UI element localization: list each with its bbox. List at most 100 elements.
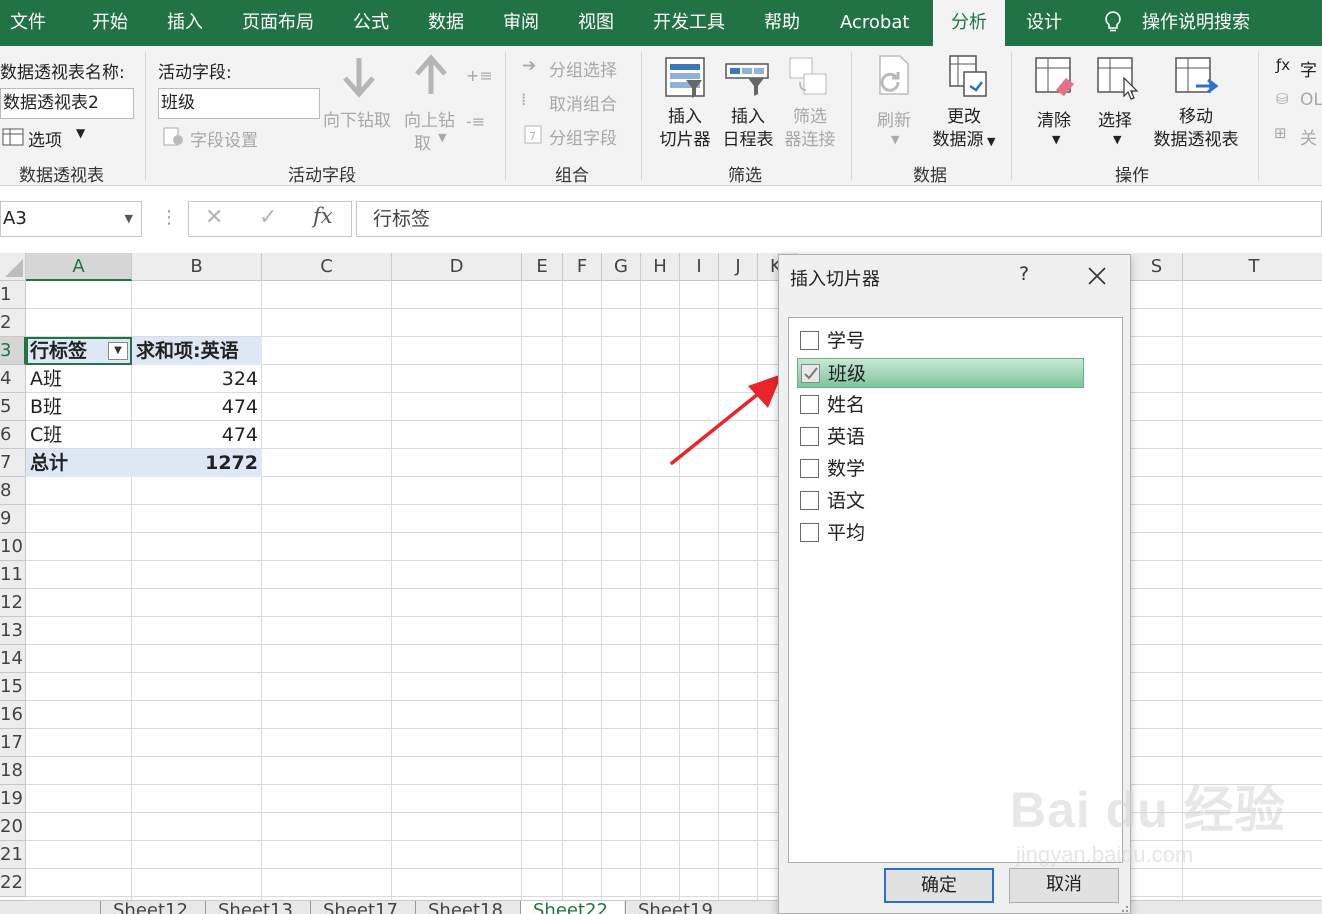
row-header-3[interactable]: 3: [0, 337, 26, 365]
row-header-5[interactable]: 5: [0, 393, 26, 421]
tab-page-layout[interactable]: 页面布局: [242, 0, 314, 46]
sheet-tab[interactable]: Sheet19: [625, 901, 713, 914]
row-header-12[interactable]: 12: [0, 589, 26, 617]
field-item-name[interactable]: 姓名: [797, 390, 1084, 420]
row-header-16[interactable]: 16: [0, 701, 26, 729]
ok-button[interactable]: 确定: [884, 868, 994, 903]
change-data-source-button[interactable]: 更改 数据源 ▼: [926, 106, 1002, 153]
tab-design[interactable]: 设计: [1026, 0, 1062, 46]
field-item-chinese[interactable]: 语文: [797, 486, 1084, 516]
tab-home[interactable]: 开始: [92, 0, 128, 46]
field-item-english[interactable]: 英语: [797, 422, 1084, 452]
row-header-1[interactable]: 1: [0, 281, 26, 309]
drill-down-button[interactable]: 向下钻取: [323, 106, 391, 131]
row-header-19[interactable]: 19: [0, 785, 26, 813]
pivot-name-input[interactable]: 数据透视表2: [0, 88, 134, 119]
column-header-b[interactable]: B: [132, 253, 262, 281]
field-item-student-id[interactable]: 学号: [797, 326, 1084, 356]
tab-view[interactable]: 视图: [578, 0, 614, 46]
select-button[interactable]: 选择: [1098, 106, 1132, 131]
collapse-field-icon[interactable]: -≡: [466, 112, 485, 131]
checkbox[interactable]: [800, 427, 819, 446]
row-header-2[interactable]: 2: [0, 309, 26, 337]
cancel-button[interactable]: 取消: [1009, 868, 1119, 903]
chevron-down-icon[interactable]: ▼: [125, 202, 133, 236]
row-header-7[interactable]: 7: [0, 449, 26, 477]
field-item-average[interactable]: 平均: [797, 518, 1084, 548]
fields-items-button[interactable]: 字: [1300, 56, 1317, 81]
column-header-d[interactable]: D: [392, 253, 522, 281]
group-selection-button[interactable]: 分组选择: [549, 56, 617, 81]
formula-input[interactable]: 行标签: [356, 201, 1322, 237]
sheet-tab[interactable]: Sheet12: [100, 901, 188, 914]
sheet-tab[interactable]: Sheet18: [415, 901, 503, 914]
tab-data[interactable]: 数据: [428, 0, 464, 46]
close-icon[interactable]: [1086, 265, 1108, 287]
tab-acrobat[interactable]: Acrobat: [840, 0, 909, 46]
field-item-class[interactable]: 班级: [797, 358, 1084, 388]
checkbox[interactable]: [800, 395, 819, 414]
row-header-14[interactable]: 14: [0, 645, 26, 673]
drill-up-button[interactable]: 向上钻: [404, 106, 455, 131]
expand-field-icon[interactable]: +≡: [466, 66, 493, 85]
row-header-22[interactable]: 22: [0, 869, 26, 897]
row-header-20[interactable]: 20: [0, 813, 26, 841]
field-item-math[interactable]: 数学: [797, 454, 1084, 484]
row-header-15[interactable]: 15: [0, 673, 26, 701]
enter-check-icon[interactable]: ✓: [259, 205, 277, 230]
name-box[interactable]: A3 ▼: [0, 201, 142, 237]
row-header-10[interactable]: 10: [0, 533, 26, 561]
column-header-g[interactable]: G: [602, 253, 641, 281]
column-header-i[interactable]: I: [680, 253, 719, 281]
tab-file[interactable]: 文件: [10, 0, 46, 46]
column-header-c[interactable]: C: [262, 253, 392, 281]
filter-dropdown-icon[interactable]: ▼: [108, 342, 128, 360]
row-header-17[interactable]: 17: [0, 729, 26, 757]
column-header-h[interactable]: H: [641, 253, 680, 281]
row-header-4[interactable]: 4: [0, 365, 26, 393]
checkbox[interactable]: [800, 491, 819, 510]
tab-help[interactable]: 帮助: [764, 0, 800, 46]
insert-timeline-button[interactable]: 插入 日程表: [718, 106, 778, 152]
chevron-down-icon[interactable]: ▼: [1113, 133, 1121, 146]
checkbox[interactable]: [800, 523, 819, 542]
sheet-tab[interactable]: Sheet13: [205, 901, 293, 914]
checkbox[interactable]: [800, 331, 819, 350]
refresh-button[interactable]: 刷新: [877, 106, 911, 131]
help-button[interactable]: ?: [1019, 263, 1029, 285]
column-header-s[interactable]: S: [1131, 253, 1183, 281]
olap-tools-button[interactable]: OL: [1300, 90, 1322, 110]
checkbox-checked[interactable]: [801, 364, 820, 383]
chevron-down-icon[interactable]: ▼: [1052, 133, 1060, 146]
row-header-13[interactable]: 13: [0, 617, 26, 645]
options-button[interactable]: 选项: [28, 126, 62, 151]
column-header-a[interactable]: A: [26, 253, 132, 281]
row-header-6[interactable]: 6: [0, 421, 26, 449]
sheet-tab[interactable]: Sheet17: [310, 901, 398, 914]
column-header-f[interactable]: F: [563, 253, 602, 281]
clear-button[interactable]: 清除: [1037, 106, 1071, 131]
insert-function-icon[interactable]: fx: [313, 204, 333, 228]
filter-connections-button[interactable]: 筛选 器连接: [780, 106, 840, 152]
tab-insert[interactable]: 插入: [167, 0, 203, 46]
column-header-j[interactable]: J: [719, 253, 758, 281]
move-pivottable-button[interactable]: 移动 数据透视表: [1148, 106, 1244, 152]
sheet-tab-active[interactable]: Sheet22: [520, 901, 624, 914]
checkbox[interactable]: [800, 459, 819, 478]
row-header-21[interactable]: 21: [0, 841, 26, 869]
cancel-icon[interactable]: ✕: [205, 205, 223, 230]
relationships-button[interactable]: 关: [1300, 124, 1317, 149]
column-header-e[interactable]: E: [522, 253, 563, 281]
chevron-down-icon[interactable]: ▼: [76, 126, 85, 140]
tell-me-search[interactable]: 操作说明搜索: [1142, 0, 1250, 46]
tab-review[interactable]: 审阅: [503, 0, 539, 46]
select-all-corner[interactable]: [0, 253, 26, 281]
tab-developer[interactable]: 开发工具: [653, 0, 725, 46]
field-settings-button[interactable]: 字段设置: [190, 126, 258, 151]
resize-grip-icon[interactable]: [1117, 901, 1129, 913]
row-header-18[interactable]: 18: [0, 757, 26, 785]
column-header-t[interactable]: T: [1183, 253, 1322, 281]
row-header-9[interactable]: 9: [0, 505, 26, 533]
tab-formulas[interactable]: 公式: [353, 0, 389, 46]
group-field-button[interactable]: 分组字段: [549, 124, 617, 149]
